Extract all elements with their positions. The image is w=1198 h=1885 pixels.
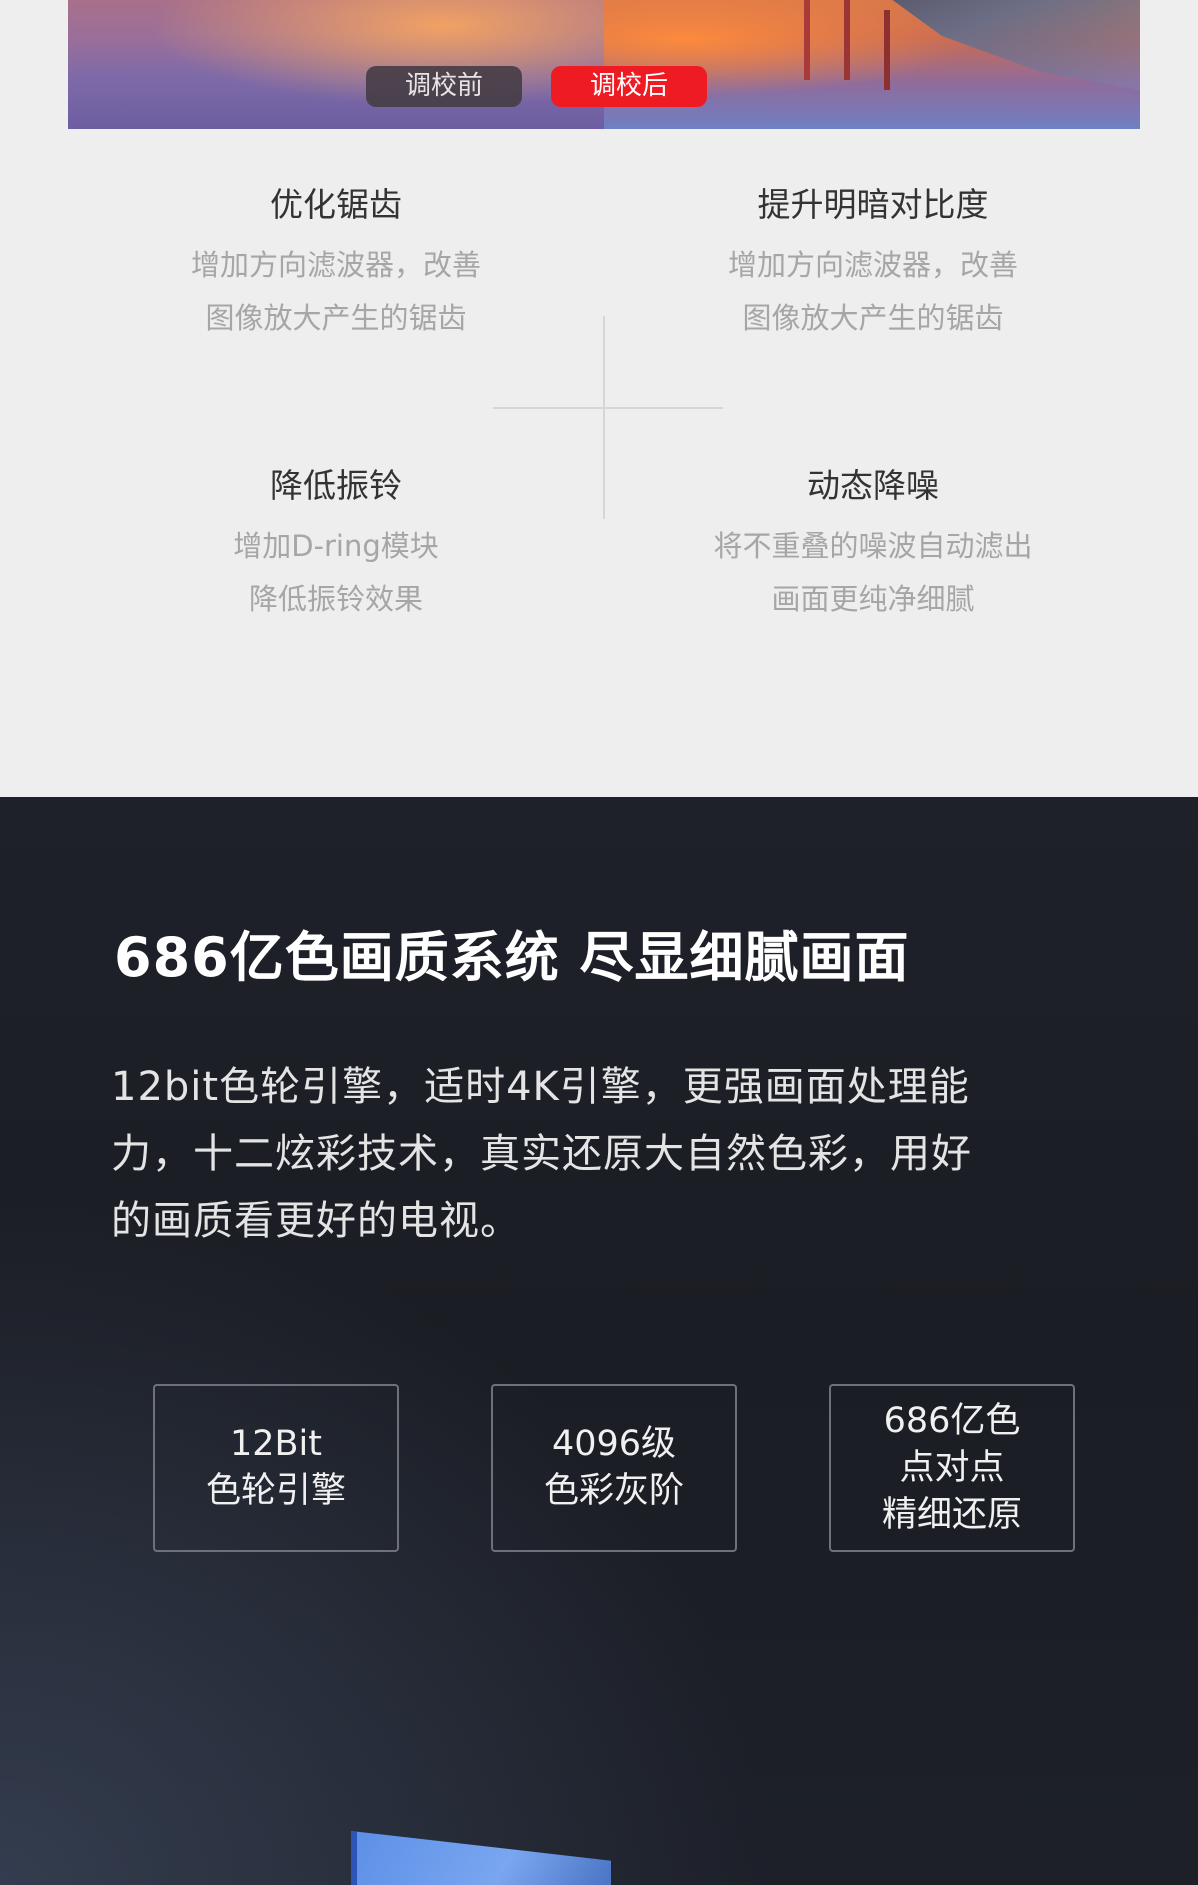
section-headline: 686亿色画质系统 尽显细腻画面 bbox=[114, 926, 910, 989]
before-image-half bbox=[68, 0, 604, 129]
feature-desc-line: 增加方向滤波器，改善 bbox=[727, 248, 1018, 282]
feature-title: 优化锯齿 bbox=[270, 185, 402, 224]
spec-line: 精细还原 bbox=[881, 1494, 1022, 1535]
feature-desc: 增加方向滤波器，改善 图像放大产生的锯齿 bbox=[106, 239, 566, 345]
spec-line: 色轮引擎 bbox=[205, 1471, 346, 1511]
feature-contrast: 提升明暗对比度 增加方向滤波器，改善 图像放大产生的锯齿 bbox=[643, 185, 1103, 345]
feature-anti-aliasing: 优化锯齿 增加方向滤波器，改善 图像放大产生的锯齿 bbox=[106, 185, 566, 345]
grid-divider-vertical bbox=[603, 316, 605, 519]
feature-title: 动态降噪 bbox=[807, 466, 939, 505]
color-system-section: 686亿色画质系统 尽显细腻画面 12bit色轮引擎，适时4K引擎，更强画面处理… bbox=[0, 797, 1198, 1885]
feature-desc-line: 图像放大产生的锯齿 bbox=[742, 301, 1004, 335]
feature-desc-line: 增加方向滤波器，改善 bbox=[190, 248, 481, 282]
feature-desc: 增加方向滤波器，改善 图像放大产生的锯齿 bbox=[643, 239, 1103, 345]
feature-desc-line: 增加D-ring模块 bbox=[233, 529, 439, 563]
feature-desc: 增加D-ring模块 降低振铃效果 bbox=[106, 520, 566, 626]
spec-line: 12Bit bbox=[230, 1424, 322, 1464]
pier-posts bbox=[804, 0, 810, 80]
spec-box-grayscale: 4096级 色彩灰阶 bbox=[491, 1384, 737, 1552]
spec-line: 686亿色 bbox=[883, 1400, 1021, 1441]
feature-title: 提升明暗对比度 bbox=[757, 185, 989, 224]
after-badge: 调校后 bbox=[551, 66, 707, 107]
grid-divider-horizontal bbox=[493, 407, 723, 409]
feature-desc-line: 将不重叠的噪波自动滤出 bbox=[713, 529, 1033, 563]
spec-box-color-restore: 686亿色 点对点 精细还原 bbox=[829, 1384, 1075, 1552]
section-paragraph: 12bit色轮引擎，适时4K引擎，更强画面处理能 力，十二炫彩技术，真实还原大自… bbox=[111, 1054, 1091, 1255]
feature-desc-line: 图像放大产生的锯齿 bbox=[205, 301, 467, 335]
comparison-image bbox=[68, 0, 1140, 129]
feature-desc-line: 画面更纯净细腻 bbox=[771, 582, 975, 616]
spec-line: 色彩灰阶 bbox=[543, 1471, 684, 1511]
spec-line: 点对点 bbox=[899, 1447, 1005, 1488]
feature-title: 降低振铃 bbox=[270, 466, 402, 505]
feature-noise-reduction: 动态降噪 将不重叠的噪波自动滤出 画面更纯净细腻 bbox=[643, 466, 1103, 626]
paragraph-line: 12bit色轮引擎，适时4K引擎，更强画面处理能 bbox=[111, 1064, 970, 1110]
feature-de-ringing: 降低振铃 增加D-ring模块 降低振铃效果 bbox=[106, 466, 566, 626]
paragraph-line: 的画质看更好的电视。 bbox=[111, 1198, 521, 1244]
spec-box-color-engine: 12Bit 色轮引擎 bbox=[153, 1384, 399, 1552]
feature-desc-line: 降低振铃效果 bbox=[248, 582, 423, 616]
spec-line: 4096级 bbox=[551, 1424, 677, 1464]
before-badge: 调校前 bbox=[366, 66, 522, 107]
pier-shape bbox=[892, 0, 1140, 90]
feature-desc: 将不重叠的噪波自动滤出 画面更纯净细腻 bbox=[643, 520, 1103, 626]
paragraph-line: 力，十二炫彩技术，真实还原大自然色彩，用好 bbox=[111, 1131, 972, 1177]
tv-corner-graphic bbox=[351, 1831, 611, 1885]
after-image-half bbox=[604, 0, 1140, 129]
